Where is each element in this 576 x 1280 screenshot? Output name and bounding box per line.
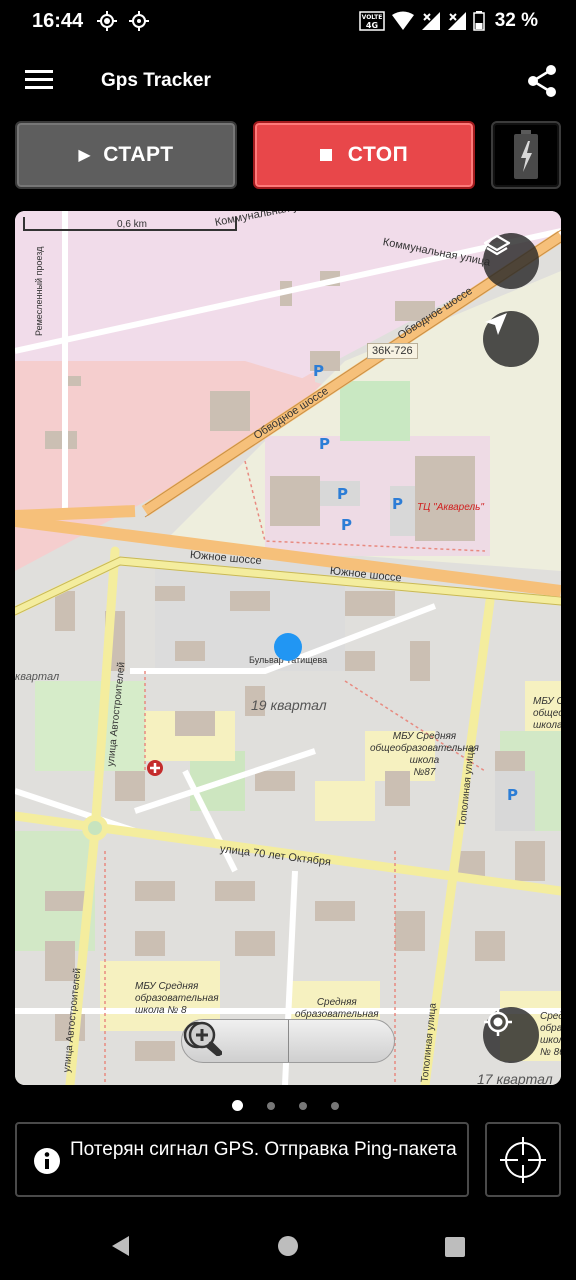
app-title: Gps Tracker	[101, 70, 211, 91]
signal-icon	[421, 12, 440, 30]
status-time: 16:44	[32, 10, 84, 32]
volte-icon: VOLTE 4G	[358, 11, 385, 31]
navigation-arrow-icon	[485, 313, 507, 335]
map-view[interactable]: P P P P P P 0,6 km 36К-726 Коммунальная …	[15, 211, 561, 1085]
zoom-in-button[interactable]	[188, 1020, 395, 1062]
battery-charging-icon	[514, 130, 538, 179]
start-button-label: СТАРТ	[103, 143, 174, 166]
page-dot[interactable]	[232, 1100, 243, 1111]
place-label-mbu-right: МБУ С общеобразо школа	[533, 696, 561, 731]
zoom-controls	[181, 1019, 395, 1063]
page-dot[interactable]	[331, 1101, 339, 1110]
play-icon: ▶	[78, 147, 92, 164]
svg-text:P: P	[337, 485, 348, 503]
svg-text:P: P	[341, 516, 352, 534]
battery-percent: 32 %	[494, 10, 538, 31]
info-icon	[34, 1148, 60, 1174]
gps-fix-icon	[97, 11, 117, 31]
stop-icon	[319, 149, 332, 161]
my-location-button[interactable]	[483, 1007, 539, 1063]
page-dot[interactable]	[299, 1101, 307, 1110]
svg-text:P: P	[392, 495, 403, 513]
place-label-17-kvartal: 17 квартал	[477, 1071, 553, 1085]
status-message: Потерян сигнал GPS. Отправка Ping-пакета	[15, 1122, 469, 1197]
status-message-text: Потерян сигнал GPS. Отправка Ping-пакета	[70, 1139, 457, 1160]
app-bar: Gps Tracker	[0, 52, 576, 112]
my-location-icon	[484, 1008, 512, 1036]
road-ref-label: 36К-726	[367, 343, 418, 359]
home-icon[interactable]	[277, 1235, 299, 1257]
layers-icon	[483, 234, 511, 256]
page-indicator	[232, 1100, 339, 1111]
volte-label: VOLTE	[361, 14, 382, 21]
place-label-kvartal: квартал	[15, 671, 60, 683]
svg-text:P: P	[507, 786, 518, 804]
layers-button[interactable]	[483, 233, 539, 289]
status-icons-left	[96, 10, 150, 32]
map-scale-label: 0,6 km	[117, 219, 148, 230]
svg-text:P: P	[319, 435, 330, 453]
share-icon[interactable]	[526, 64, 558, 103]
place-label-tc: ТЦ "Акварель"	[417, 502, 484, 513]
battery-icon	[472, 11, 485, 31]
stop-button[interactable]: СТОП	[253, 121, 475, 189]
hamburger-menu-icon[interactable]	[24, 68, 54, 97]
recents-icon[interactable]	[444, 1236, 466, 1258]
place-label-school-8: МБУ Средняя образовательная школа № 8	[135, 981, 219, 1016]
svg-text:P: P	[313, 362, 324, 380]
navigation-button[interactable]	[483, 311, 539, 367]
status-icons-right: VOLTE 4G 32 %	[358, 10, 538, 32]
gps-fix-icon	[129, 11, 149, 31]
zoom-in-icon	[188, 1021, 222, 1056]
start-button[interactable]: ▶ СТАРТ	[15, 121, 237, 189]
crosshair-button[interactable]	[485, 1122, 561, 1197]
status-bar: 16:44 VOLTE 4G 32 %	[0, 0, 576, 44]
crosshair-icon	[500, 1136, 546, 1183]
svg-text:4G: 4G	[366, 21, 378, 30]
battery-button[interactable]	[491, 121, 561, 189]
wifi-icon	[391, 11, 414, 30]
system-nav-bar	[0, 1210, 576, 1280]
street-label-remeslenny: Ремесленный проезд	[34, 246, 44, 336]
page-dot[interactable]	[267, 1101, 275, 1110]
current-location-marker	[274, 633, 302, 661]
back-icon[interactable]	[109, 1234, 131, 1258]
place-label-school-86: Средняя образовательная школа № 86	[540, 1011, 561, 1058]
signal-icon	[447, 12, 466, 30]
place-label-19-kvartal: 19 квартал	[251, 697, 327, 713]
stop-button-label: СТОП	[347, 143, 409, 166]
